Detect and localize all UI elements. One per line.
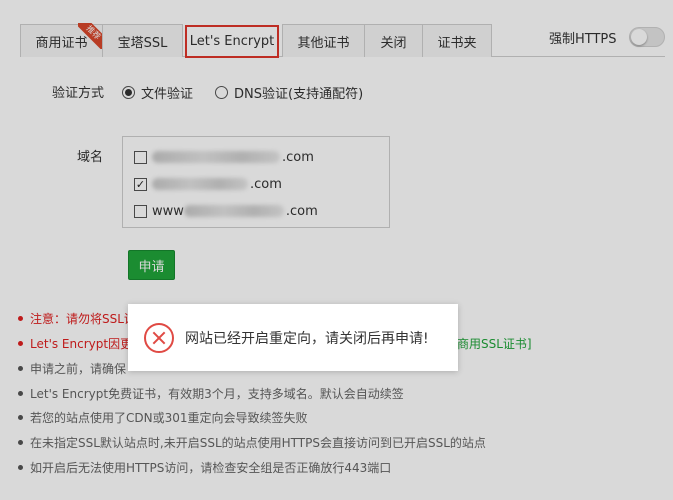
error-message: 网站已经开启重定向，请关闭后再申请! [185, 330, 429, 347]
error-circle-icon [144, 322, 174, 353]
modal-overlay[interactable] [0, 0, 673, 500]
error-dialog: 网站已经开启重定向，请关闭后再申请! [128, 304, 458, 371]
ssl-panel: 商用证书 推荐 宝塔SSL Let's Encrypt 其他证书 关闭 证书夹 … [0, 0, 673, 500]
